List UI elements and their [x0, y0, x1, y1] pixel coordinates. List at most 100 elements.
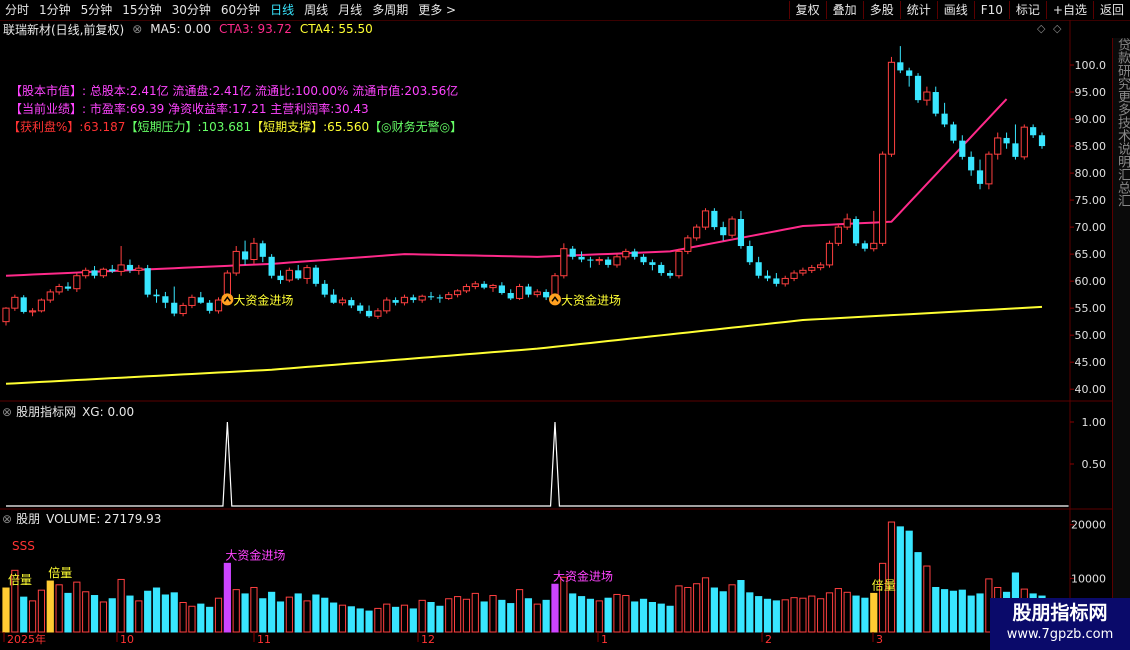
period-tab-10[interactable]: 更多 >	[413, 0, 461, 20]
volume-bar	[20, 596, 28, 633]
candle-body	[197, 297, 204, 303]
candle-body	[693, 226, 701, 239]
candle-body	[206, 302, 213, 311]
volume-bar	[427, 602, 435, 633]
candle-body	[285, 269, 293, 281]
info-line-capital: 【股本市值】: 总股本:2.41亿 流通盘:2.41亿 流通比:100.00% …	[10, 82, 458, 99]
volume-bar	[852, 595, 860, 633]
candle-body	[587, 259, 594, 261]
period-tab-0[interactable]: 分时	[0, 0, 34, 20]
candle-body	[515, 286, 524, 299]
candle-body	[20, 297, 27, 312]
collapse-icon[interactable]: ⊗	[2, 512, 12, 526]
volume-bar	[64, 592, 72, 633]
signal-label: 大资金进场	[561, 292, 621, 307]
volume-bar	[790, 597, 798, 633]
candle-body	[605, 259, 612, 265]
date-label: 1	[601, 633, 608, 646]
signal-marker	[221, 293, 234, 306]
candle-body	[675, 250, 683, 277]
candle-body	[720, 227, 727, 236]
candle-body	[781, 277, 789, 285]
volume-bar	[675, 585, 683, 633]
volume-bar	[639, 598, 648, 633]
volume-bar	[763, 598, 772, 633]
toolbar-button-5[interactable]: F10	[973, 1, 1009, 19]
toolbar-button-1[interactable]: 叠加	[825, 1, 863, 19]
candle-body	[649, 262, 656, 265]
toolbar-button-8[interactable]: 返回	[1092, 1, 1130, 19]
price-tick-label: 55.00	[1075, 302, 1107, 315]
toolbar-button-2[interactable]: 多股	[862, 1, 900, 19]
candle-body	[126, 264, 134, 271]
candle-body	[773, 278, 780, 284]
candle-body	[799, 269, 807, 274]
volume-indicator-name[interactable]: 股朋	[16, 510, 40, 527]
candle-body	[11, 296, 19, 309]
period-tab-2[interactable]: 5分钟	[76, 0, 118, 20]
candle-body	[277, 275, 284, 281]
volume-bar	[613, 593, 621, 633]
volume-bar	[631, 601, 639, 633]
volume-bar	[28, 600, 37, 633]
volume-bar	[905, 530, 913, 633]
toolbar-button-6[interactable]: 标记	[1008, 1, 1046, 19]
volume-bar	[932, 586, 940, 633]
info-label: 【当前业绩】:	[10, 102, 87, 116]
diamond-icon[interactable]: ◇	[1037, 22, 1045, 35]
price-tick-label: 90.00	[1075, 113, 1107, 126]
candle-body	[569, 248, 576, 257]
period-tab-9[interactable]: 多周期	[367, 0, 413, 20]
toolbar-button-4[interactable]: 画线	[936, 1, 974, 19]
candle-body	[28, 310, 37, 313]
volume-value: VOLUME: 27179.93	[46, 511, 162, 526]
candle-body	[259, 243, 266, 257]
stock-title[interactable]: 联瑞新材(日线,前复权)	[0, 21, 124, 38]
toolbar-button-3[interactable]: 统计	[899, 1, 937, 19]
volume-bar	[144, 590, 152, 633]
candle-body	[879, 153, 887, 244]
period-tab-3[interactable]: 15分钟	[117, 0, 166, 20]
candle-body	[348, 300, 355, 306]
candle-body	[994, 137, 1002, 155]
candle-body	[507, 293, 514, 299]
volume-bar	[392, 606, 400, 633]
period-tab-6[interactable]: 日线	[265, 0, 299, 20]
volume-bar	[595, 600, 603, 633]
candle-body	[117, 264, 125, 272]
toolbar-button-7[interactable]: +自选	[1045, 1, 1093, 19]
price-tick-label: 40.00	[1075, 383, 1107, 396]
side-panel-text: 贷款研究更多技术说明汇总汇	[1115, 38, 1130, 207]
right-side-panel[interactable]: 贷款研究更多技术说明汇总汇	[1112, 38, 1130, 618]
volume-bar	[126, 595, 134, 633]
candle-body	[144, 268, 151, 295]
volume-bar	[799, 597, 807, 633]
volume-bar	[108, 598, 116, 633]
candle-body	[941, 113, 948, 125]
volume-bar	[843, 591, 851, 633]
candle-body	[2, 307, 10, 323]
volume-bar	[657, 603, 665, 633]
period-tab-1[interactable]: 1分钟	[34, 0, 76, 20]
settings-icon[interactable]: ◇	[1053, 22, 1061, 35]
candle-body	[383, 299, 391, 312]
period-tab-5[interactable]: 60分钟	[216, 0, 265, 20]
candle-body	[543, 291, 550, 298]
indicator-name[interactable]: 股朋指标网	[16, 403, 76, 420]
period-tab-8[interactable]: 月线	[333, 0, 367, 20]
collapse-icon[interactable]: ⊗	[2, 405, 12, 419]
candle-body	[808, 267, 816, 271]
toolbar-button-0[interactable]: 复权	[788, 1, 826, 19]
date-label: 12	[421, 633, 435, 646]
info-line-profit: 【获利盘%】:63.187【短期压力】:103.681【短期支撑】:65.560…	[8, 118, 462, 135]
period-tab-7[interactable]: 周线	[299, 0, 333, 20]
period-toolbar: 分时 1分钟 5分钟 15分钟 30分钟 60分钟 日线 周线 月线 多周期 更多 > 复权 叠加 多股…	[0, 0, 1130, 21]
volume-tag: 倍量	[48, 565, 72, 580]
volume-bar	[719, 591, 727, 633]
period-tab-4[interactable]: 30分钟	[167, 0, 216, 20]
candle-body	[976, 170, 984, 184]
xg-line	[6, 421, 1069, 507]
collapse-icon[interactable]: ⊗	[132, 22, 142, 36]
candle-body	[445, 294, 453, 299]
candle-body	[852, 219, 860, 244]
